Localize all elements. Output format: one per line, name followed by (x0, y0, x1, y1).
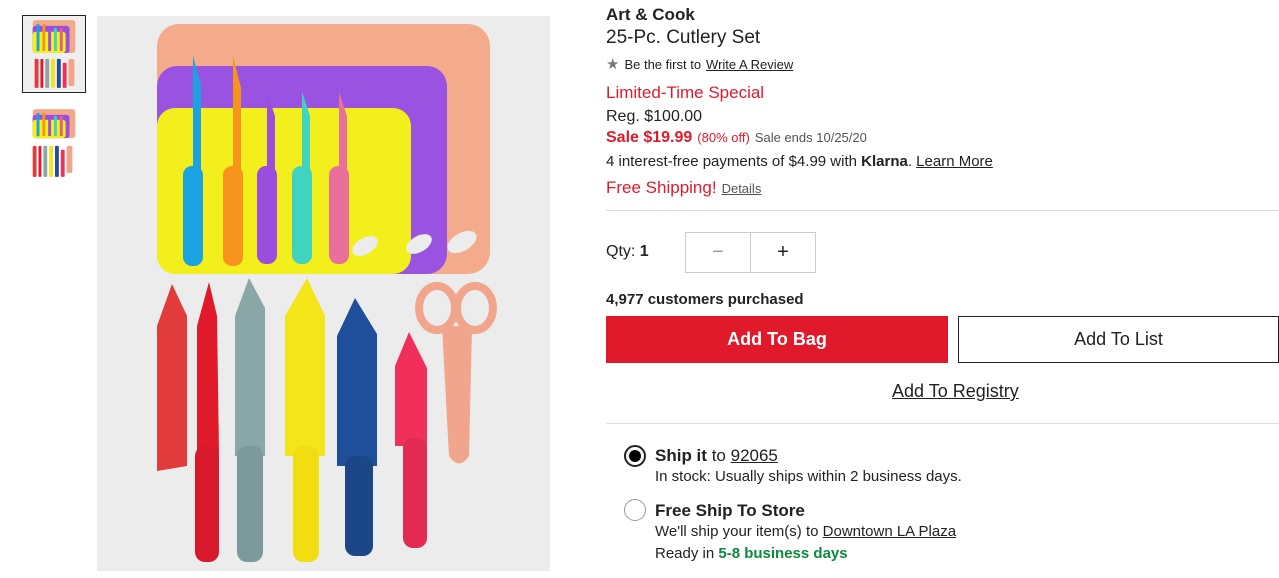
cutlery-set-illustration (97, 16, 550, 571)
product-brand[interactable]: Art & Cook (606, 5, 695, 25)
review-prompt: ★ Be the first to Write A Review (606, 57, 793, 72)
ship-it-title: Ship it to 92065 (655, 446, 778, 466)
thumbnail-image (23, 16, 85, 92)
star-icon: ★ (606, 56, 620, 73)
ready-prefix: Ready in (655, 545, 715, 562)
quantity-label-text: Qty: (606, 243, 636, 260)
regular-price: Reg. $100.00 (606, 108, 703, 125)
divider (606, 210, 1279, 211)
sale-price-line: Sale $19.99 (80% off) Sale ends 10/25/20 (606, 129, 867, 147)
ship-it-radio[interactable] (624, 445, 646, 467)
product-title: 25-Pc. Cutlery Set (606, 27, 761, 48)
customers-purchased: 4,977 customers purchased (606, 291, 804, 308)
add-to-list-button[interactable]: Add To List (958, 316, 1279, 363)
quantity-label: Qty: 1 (606, 243, 649, 261)
ship-to-text: to (711, 446, 726, 465)
quantity-decrease-button[interactable]: − (686, 233, 751, 272)
free-shipping-label: Free Shipping! (606, 178, 717, 197)
quantity-stepper: − + (685, 232, 816, 273)
ship-to-store-ready: Ready in 5-8 business days (655, 545, 848, 562)
klarna-logo: Klarna (861, 153, 908, 170)
sale-ends: Sale ends 10/25/20 (754, 130, 867, 145)
free-shipping-promo: Free Shipping! Details (606, 178, 761, 198)
ship-to-store-note: We'll ship your item(s) to Downtown LA P… (655, 523, 956, 540)
store-location-link[interactable]: Downtown LA Plaza (823, 523, 956, 540)
main-product-image[interactable] (97, 16, 550, 571)
zip-code-link[interactable]: 92065 (731, 446, 778, 465)
divider (606, 423, 1279, 424)
shipping-details-link[interactable]: Details (722, 181, 762, 196)
thumbnail-image (23, 105, 85, 181)
ship-it-label: Ship it (655, 446, 707, 465)
limited-time-special: Limited-Time Special (606, 83, 765, 102)
review-prefix: Be the first to (624, 57, 702, 72)
learn-more-link[interactable]: Learn More (916, 153, 993, 170)
ship-to-store-prefix: We'll ship your item(s) to (655, 523, 819, 540)
ship-to-store-label: Free Ship To Store (655, 501, 805, 520)
discount-percent: (80% off) (697, 130, 750, 145)
quantity-increase-button[interactable]: + (751, 233, 815, 272)
product-thumbnail-1[interactable] (22, 15, 86, 93)
klarna-text: 4 interest-free payments of $4.99 with (606, 153, 857, 170)
ship-it-stock-note: In stock: Usually ships within 2 busines… (655, 468, 962, 485)
klarna-payments: 4 interest-free payments of $4.99 with K… (606, 153, 993, 170)
ship-to-store-title: Free Ship To Store (655, 501, 805, 521)
add-to-registry-link[interactable]: Add To Registry (892, 381, 1019, 402)
sale-price: Sale $19.99 (606, 129, 693, 146)
ship-to-store-radio[interactable] (624, 499, 646, 521)
product-thumbnail-2[interactable] (22, 104, 86, 182)
write-review-link[interactable]: Write A Review (706, 57, 793, 72)
ready-days: 5-8 business days (718, 545, 848, 562)
quantity-value: 1 (639, 243, 649, 260)
add-to-bag-button[interactable]: Add To Bag (606, 316, 948, 363)
